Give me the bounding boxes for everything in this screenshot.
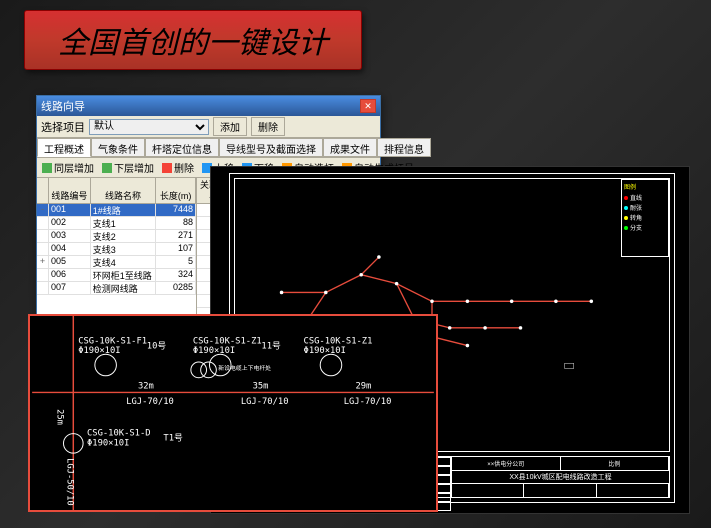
svg-text:LGJ-70/10: LGJ-70/10 [344, 397, 392, 407]
svg-text:T1号: T1号 [163, 432, 183, 443]
svg-text:29m: 29m [355, 382, 371, 392]
svg-text:35m: 35m [253, 382, 269, 392]
svg-text:Φ190×10I: Φ190×10I [193, 346, 235, 356]
route-row[interactable]: 004支线3107 [37, 243, 196, 256]
banner-text: 全国首创的一键设计 [58, 18, 328, 62]
route-row[interactable]: 003支线2271 [37, 230, 196, 243]
svg-text:Φ190×10I: Φ190×10I [87, 438, 129, 448]
svg-text:Φ190×10I: Φ190×10I [304, 346, 346, 356]
tab-0[interactable]: 工程概述 [37, 138, 91, 157]
project-toolbar: 选择项目 默认 添加 删除 [37, 116, 380, 138]
svg-text:25m: 25m [55, 409, 65, 425]
tab-3[interactable]: 导线型号及截面选择 [219, 138, 323, 157]
route-row[interactable]: -0011#线路7448 [37, 204, 196, 217]
legend: 图例 直线耐张转角分支 [621, 179, 669, 257]
svg-text:CSG-10K-S1-Z1: CSG-10K-S1-Z1 [193, 336, 262, 346]
svg-text:CSG-10K-S1-F1: CSG-10K-S1-F1 [78, 336, 147, 346]
route-grid[interactable]: 线路编号线路名称长度(m) -0011#线路7448002支线188003支线2… [37, 178, 197, 336]
close-icon[interactable]: ✕ [360, 99, 376, 113]
add-sub-level[interactable]: 下层增加 [99, 159, 157, 176]
titlebar: 线路向导 ✕ [37, 96, 380, 116]
svg-text:LGJ-50/10: LGJ-50/10 [64, 458, 74, 506]
tab-5[interactable]: 排程信息 [377, 138, 431, 157]
svg-text:CSG-10K-S1-Z1: CSG-10K-S1-Z1 [304, 336, 373, 346]
route-row[interactable]: 002支线188 [37, 217, 196, 230]
route-row[interactable]: +005支线45 [37, 256, 196, 269]
detail-panel[interactable]: CSG-10K-S1-F1Φ190×10I10号CSG-10K-S1-Z1Φ19… [28, 314, 438, 512]
select-label: 选择项目 [41, 119, 85, 135]
delete-action[interactable]: 删除 [159, 159, 197, 176]
tab-2[interactable]: 杆塔定位信息 [145, 138, 219, 157]
svg-text:32m: 32m [138, 382, 154, 392]
route-row[interactable]: 007检测网线路0285 [37, 282, 196, 295]
svg-text:新设电缆上下电杆处: 新设电缆上下电杆处 [218, 364, 271, 372]
delete-button[interactable]: 删除 [251, 117, 285, 136]
add-same-level[interactable]: 同层增加 [39, 159, 97, 176]
tab-1[interactable]: 气象条件 [91, 138, 145, 157]
project-select[interactable]: 默认 [89, 119, 209, 135]
svg-text:Φ190×10I: Φ190×10I [78, 346, 120, 356]
svg-text:CSG-10K-S1-D: CSG-10K-S1-D [87, 429, 151, 439]
svg-text:10号: 10号 [147, 340, 167, 351]
svg-text:LGJ-70/10: LGJ-70/10 [126, 397, 174, 407]
tabs: 工程概述气象条件杆塔定位信息导线型号及截面选择成果文件排程信息 [37, 138, 380, 158]
route-row[interactable]: 006环网柜1至线路324 [37, 269, 196, 282]
svg-text:LGJ-70/10: LGJ-70/10 [241, 397, 289, 407]
window-title: 线路向导 [41, 98, 85, 114]
tab-4[interactable]: 成果文件 [323, 138, 377, 157]
add-button[interactable]: 添加 [213, 117, 247, 136]
title-banner: 全国首创的一键设计 [24, 10, 362, 70]
svg-text:11号: 11号 [261, 340, 281, 351]
